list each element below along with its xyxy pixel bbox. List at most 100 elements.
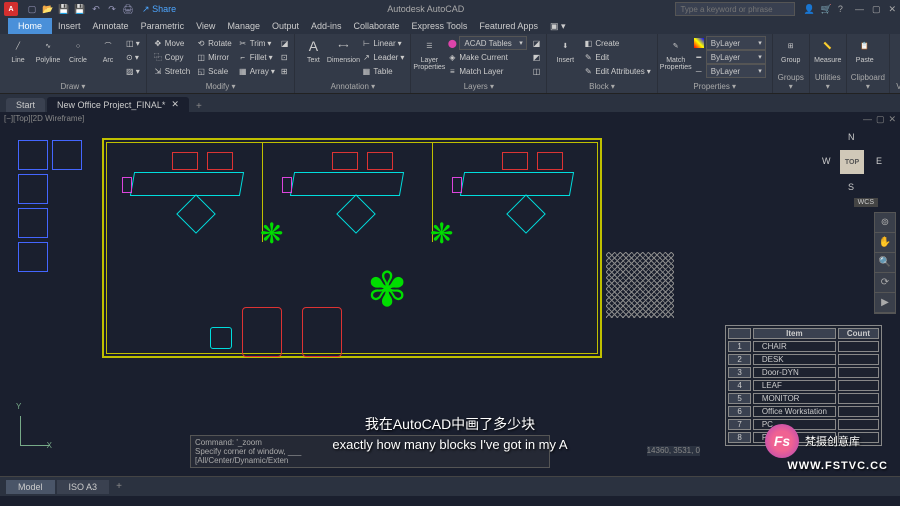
compass-w[interactable]: W <box>822 156 831 166</box>
create-block-button[interactable]: ◧Create <box>581 36 652 50</box>
array-button[interactable]: ▦Array ▾ <box>236 64 277 78</box>
text-button[interactable]: AText <box>299 36 327 64</box>
tab-model[interactable]: Model <box>6 480 55 494</box>
modify-extra-3[interactable]: ⊞ <box>279 64 291 78</box>
polyline-button[interactable]: ∿Polyline <box>34 36 62 64</box>
edit-attributes-button[interactable]: ✎Edit Attributes ▾ <box>581 64 652 78</box>
panel-block-title[interactable]: Block ▾ <box>551 81 652 91</box>
nav-zoom-icon[interactable]: 🔍 <box>875 253 895 273</box>
ribbon-tab-addins[interactable]: Add-ins <box>305 18 348 34</box>
leader-button[interactable]: ↗Leader ▾ <box>359 50 406 64</box>
ribbon-tab-parametric[interactable]: Parametric <box>135 18 191 34</box>
filetab-start[interactable]: Start <box>6 98 45 112</box>
minimize-button[interactable]: — <box>855 4 864 15</box>
linear-button[interactable]: ⊢Linear ▾ <box>359 36 406 50</box>
layer-tool-1[interactable]: ◪ <box>531 36 543 50</box>
panel-view-title[interactable]: View ▾ <box>894 81 900 91</box>
mirror-button[interactable]: ◫Mirror <box>194 50 234 64</box>
cart-icon[interactable]: 🛒 <box>821 4 832 15</box>
close-button[interactable]: ✕ <box>888 4 896 15</box>
nav-orbit-icon[interactable]: ⟳ <box>875 273 895 293</box>
drawing-viewport[interactable]: [−][Top][2D Wireframe] — ▢ ✕ <box>0 112 900 476</box>
ribbon-tab-manage[interactable]: Manage <box>221 18 266 34</box>
layer-tool-3[interactable]: ◫ <box>531 64 543 78</box>
layer-properties-button[interactable]: ☰Layer Properties <box>415 36 443 71</box>
panel-utilities-title[interactable]: Utilities ▾ <box>814 72 842 91</box>
ribbon-tab-insert[interactable]: Insert <box>52 18 87 34</box>
insert-button[interactable]: ⬇Insert <box>551 36 579 64</box>
dimension-button[interactable]: ⟷Dimension <box>329 36 357 64</box>
panel-clipboard-title[interactable]: Clipboard ▾ <box>851 72 885 91</box>
scale-button[interactable]: ◱Scale <box>194 64 234 78</box>
layer-dropdown[interactable]: ⬤ACAD Tables <box>445 36 528 50</box>
ribbon-tab-home[interactable]: Home <box>8 18 52 34</box>
share-button[interactable]: ↗ Share <box>142 4 176 15</box>
modify-extra-2[interactable]: ⊡ <box>279 50 291 64</box>
nav-wheel-icon[interactable]: ⊚ <box>875 213 895 233</box>
fillet-button[interactable]: ⌐Fillet ▾ <box>236 50 277 64</box>
app-icon[interactable]: A <box>4 2 18 16</box>
edit-block-button[interactable]: ✎Edit <box>581 50 652 64</box>
qat-redo-icon[interactable]: ↷ <box>106 3 118 15</box>
qat-open-icon[interactable]: 📂 <box>42 3 54 15</box>
make-current-button[interactable]: ◈Make Current <box>445 50 528 64</box>
compass-s[interactable]: S <box>848 182 854 192</box>
trim-button[interactable]: ✂Trim ▾ <box>236 36 277 50</box>
lineweight-dropdown[interactable]: ━ByLayer <box>692 50 768 64</box>
nav-pan-icon[interactable]: ✋ <box>875 233 895 253</box>
compass-n[interactable]: N <box>848 132 855 142</box>
table-button[interactable]: ▦Table <box>359 64 406 78</box>
qat-saveas-icon[interactable]: 💾 <box>74 3 86 15</box>
close-tab-icon[interactable]: ✕ <box>171 99 179 110</box>
qat-print-icon[interactable]: 🖨 <box>122 3 134 15</box>
cube-face-top[interactable]: TOP <box>840 150 864 174</box>
ribbon-tab-express[interactable]: Express Tools <box>406 18 474 34</box>
layer-tool-2[interactable]: ◩ <box>531 50 543 64</box>
compass-e[interactable]: E <box>876 156 882 166</box>
ribbon-tab-output[interactable]: Output <box>266 18 305 34</box>
panel-draw-title[interactable]: Draw ▾ <box>4 81 142 91</box>
nav-showmotion-icon[interactable]: ▶ <box>875 293 895 313</box>
base-button[interactable]: ▣Base <box>894 36 900 64</box>
ribbon-tab-view[interactable]: View <box>190 18 221 34</box>
linetype-dropdown[interactable]: ─ByLayer <box>692 64 768 78</box>
match-properties-button[interactable]: ✎Match Properties <box>662 36 690 71</box>
qat-undo-icon[interactable]: ↶ <box>90 3 102 15</box>
match-layer-button[interactable]: ≡Match Layer <box>445 64 528 78</box>
search-input[interactable] <box>675 2 795 16</box>
qat-new-icon[interactable]: ▢ <box>26 3 38 15</box>
vp-close-icon[interactable]: ✕ <box>888 114 896 125</box>
vp-min-icon[interactable]: — <box>863 114 872 125</box>
panel-properties-title[interactable]: Properties ▾ <box>662 81 768 91</box>
measure-button[interactable]: 📏Measure <box>814 36 842 64</box>
ribbon-tab-featured[interactable]: Featured Apps <box>473 18 544 34</box>
line-button[interactable]: ╱Line <box>4 36 32 64</box>
view-cube[interactable]: TOP N S E W <box>822 132 882 192</box>
stretch-button[interactable]: ⇲Stretch <box>151 64 192 78</box>
modify-extra-1[interactable]: ◪ <box>279 36 291 50</box>
cmd-prompt[interactable]: [All/Center/Dynamic/Exten <box>195 456 545 465</box>
maximize-button[interactable]: ▢ <box>872 4 881 15</box>
ribbon-tab-annotate[interactable]: Annotate <box>87 18 135 34</box>
panel-groups-title[interactable]: Groups ▾ <box>777 72 805 91</box>
draw-extra-3[interactable]: ▨ ▾ <box>124 64 142 78</box>
filetab-add[interactable]: + <box>191 101 207 112</box>
panel-annotation-title[interactable]: Annotation ▾ <box>299 81 406 91</box>
wcs-label[interactable]: WCS <box>854 198 878 207</box>
rotate-button[interactable]: ⟲Rotate <box>194 36 234 50</box>
vp-max-icon[interactable]: ▢ <box>876 114 885 125</box>
ribbon-tab-collaborate[interactable]: Collaborate <box>348 18 406 34</box>
tab-add-layout[interactable]: + <box>111 481 127 492</box>
circle-button[interactable]: ○Circle <box>64 36 92 64</box>
arc-button[interactable]: ⌒Arc <box>94 36 122 64</box>
draw-extra-1[interactable]: ◫ ▾ <box>124 36 142 50</box>
copy-button[interactable]: ⿻Copy <box>151 50 192 64</box>
color-dropdown[interactable]: ByLayer <box>692 36 768 50</box>
tab-layout-iso[interactable]: ISO A3 <box>57 480 110 494</box>
ribbon-tab-overflow[interactable]: ▣ ▾ <box>544 18 572 34</box>
panel-layers-title[interactable]: Layers ▾ <box>415 81 542 91</box>
group-button[interactable]: ⊞Group <box>777 36 805 64</box>
draw-extra-2[interactable]: ⊙ ▾ <box>124 50 142 64</box>
viewport-label[interactable]: [−][Top][2D Wireframe] <box>4 114 84 123</box>
filetab-active[interactable]: New Office Project_FINAL*✕ <box>47 97 189 112</box>
